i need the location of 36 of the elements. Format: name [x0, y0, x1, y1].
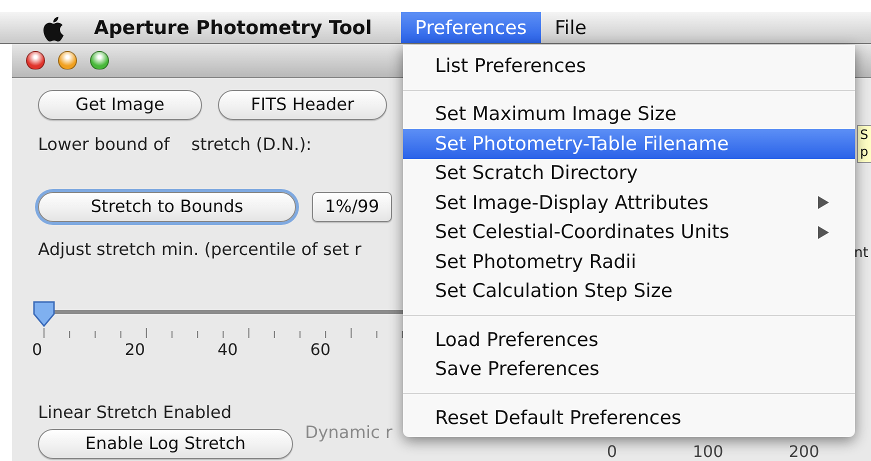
- scale-label: 0: [606, 442, 618, 461]
- log-stretch-button[interactable]: Enable Log Stretch: [38, 429, 293, 459]
- menu-item[interactable]: Set Celestial-Coordinates Units: [403, 218, 855, 247]
- tick-label: 40: [218, 340, 239, 359]
- menu-item[interactable]: Save Preferences: [403, 354, 855, 384]
- menu-item[interactable]: Set Photometry-Table Filename: [403, 129, 855, 158]
- menu-item[interactable]: Set Photometry Radii: [403, 247, 855, 276]
- toolbar-button[interactable]: Get Image: [38, 90, 202, 120]
- minimize-button[interactable]: [58, 51, 77, 70]
- adjust-min-label: Adjust stretch min. (percentile of set r: [38, 240, 362, 260]
- lower-bound-label: Lower bound of stretch (D.N.):: [38, 135, 313, 155]
- tick-label: 20: [124, 340, 146, 359]
- status-label: Linear Stretch Enabled: [38, 403, 233, 423]
- tooltip: S p: [857, 125, 871, 163]
- toolbar-button[interactable]: FITS Header: [218, 90, 387, 120]
- menu-item[interactable]: Load Preferences: [403, 325, 855, 354]
- menu-item[interactable]: Set Calculation Step Size: [403, 276, 855, 306]
- menu-item[interactable]: Set Scratch Directory: [403, 158, 855, 188]
- zoom-button[interactable]: [90, 51, 109, 70]
- scale-label: 100: [692, 442, 724, 461]
- dynamic-range-label: Dynamic r: [305, 423, 392, 443]
- scale-label: 200: [788, 442, 820, 461]
- menu-item[interactable]: Set Maximum Image Size: [403, 100, 855, 129]
- close-button[interactable]: [26, 51, 45, 70]
- menu-item[interactable]: Reset Default Preferences: [403, 403, 855, 432]
- menu-title[interactable]: Preferences: [401, 12, 541, 43]
- tick-label: 0: [32, 340, 44, 359]
- menu-title[interactable]: File: [540, 12, 601, 43]
- max-label-fragment: nt: [854, 245, 868, 261]
- percentile-button[interactable]: 1%/99: [312, 192, 392, 222]
- tick-label: 60: [310, 340, 332, 359]
- menu-item[interactable]: Set Image-Display Attributes: [403, 188, 855, 218]
- slider-thumb[interactable]: [31, 300, 57, 328]
- app-title: Aperture Photometry Tool: [94, 16, 373, 40]
- stretch-button[interactable]: Stretch to Bounds: [38, 192, 296, 222]
- menu-item[interactable]: List Preferences: [403, 51, 855, 80]
